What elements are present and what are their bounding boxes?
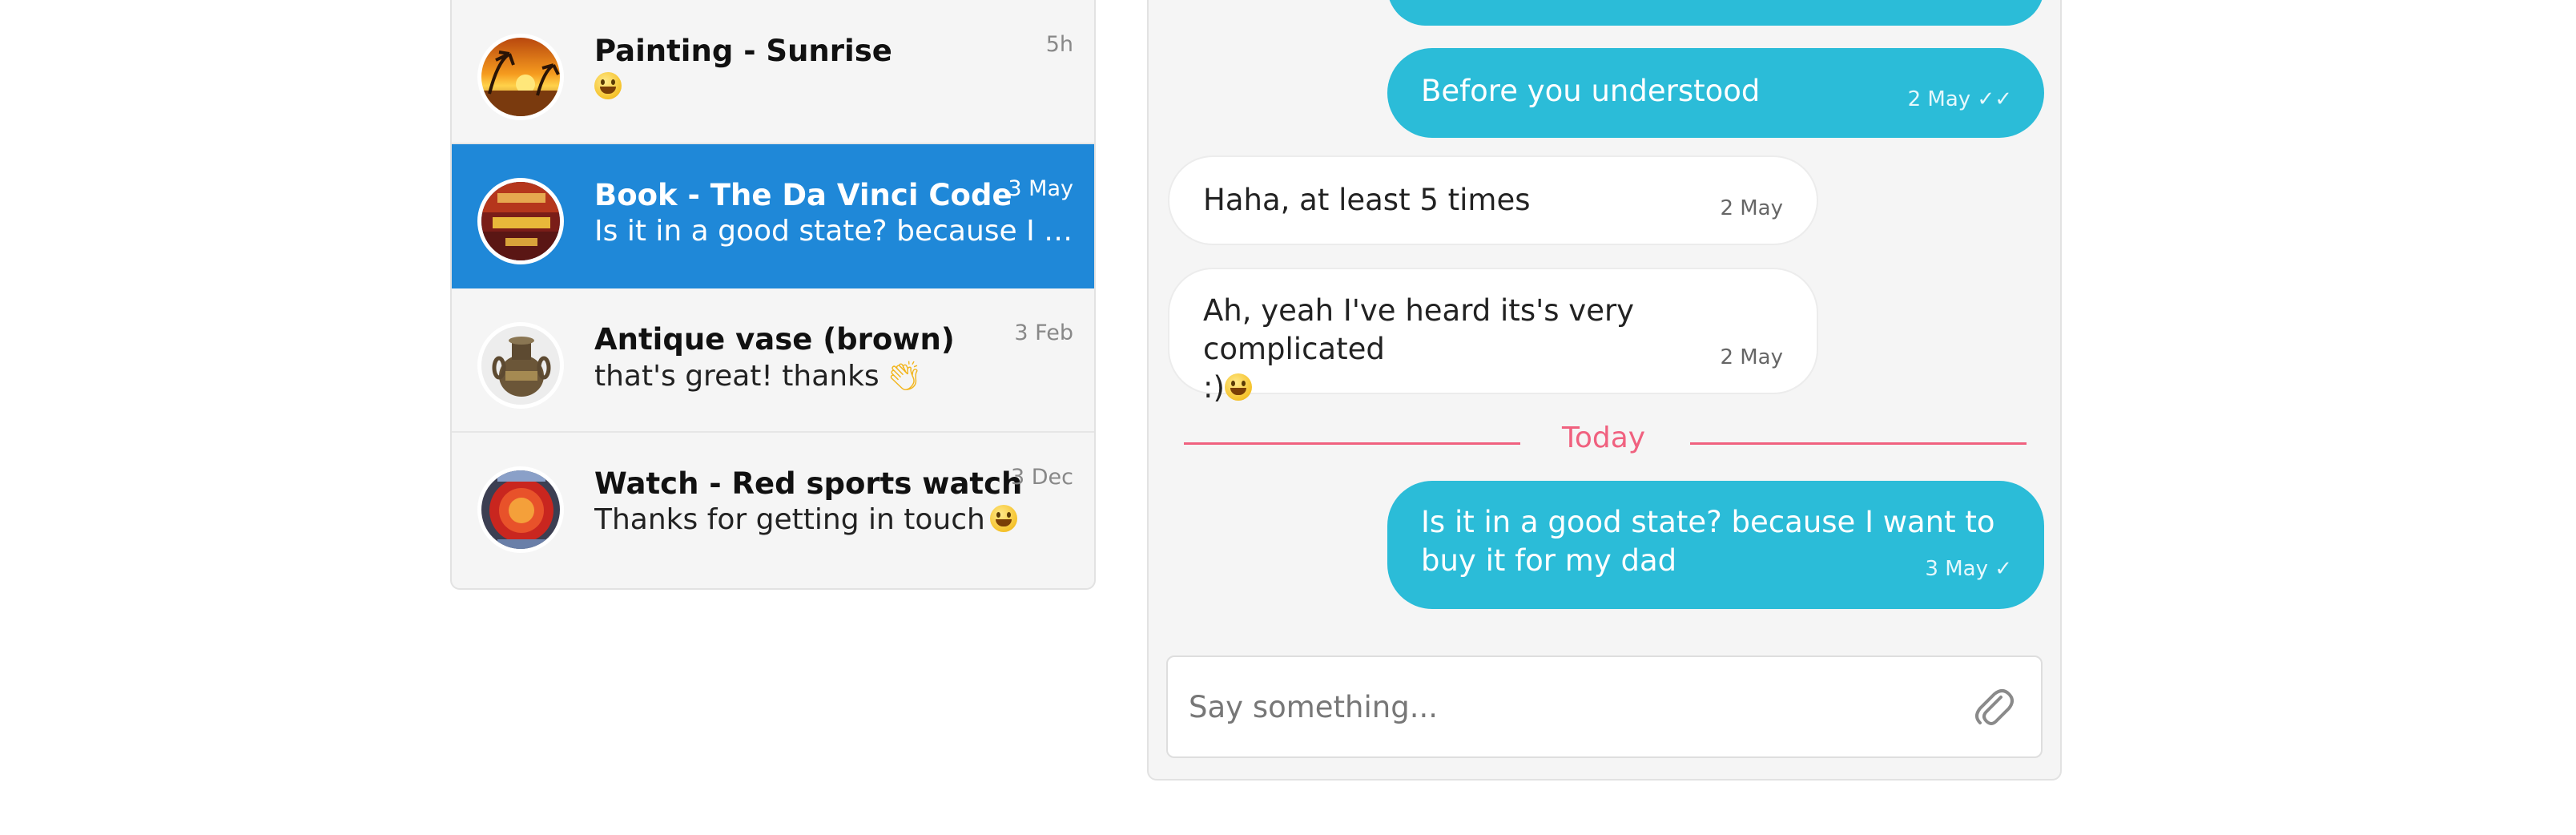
conversation-preview: Is it in a good state? because I w... — [594, 215, 1075, 248]
message-bubble-incoming: Haha, at least 5 times 2 May — [1168, 155, 1818, 245]
message-text: Is it in a good state? because I want to — [1421, 505, 1995, 539]
smile-emoji-icon — [989, 505, 1017, 532]
conversation-time: 3 May — [1008, 176, 1073, 201]
message-text: Haha, at least 5 times — [1203, 183, 1531, 217]
message-meta: 2 May — [1720, 196, 1783, 220]
conversation-preview: that's great! thanks 👏︎ — [594, 360, 923, 393]
conversation-time: 3 Feb — [1014, 321, 1073, 345]
conversation-title: Painting - Sunrise — [594, 34, 892, 68]
conversation-time: 5h — [1045, 32, 1073, 57]
message-input[interactable] — [1187, 680, 1943, 734]
message-bubble-outgoing: Before you understood 2 May ✓✓ — [1387, 48, 2044, 138]
conversation-avatar — [477, 34, 564, 120]
conversation-avatar — [477, 466, 564, 553]
message-meta: 2 May — [1720, 345, 1783, 369]
conversation-avatar — [477, 178, 564, 264]
clapping-hands-icon: 👏︎ — [885, 360, 923, 393]
date-divider-line — [1184, 442, 1520, 445]
smile-emoji-icon — [594, 72, 622, 99]
conversation-avatar — [477, 322, 564, 409]
conversation-list: Painting - Sunrise 5h Book - The Da Vinc… — [450, 0, 1096, 590]
conversation-title: Book - The Da Vinci Code — [594, 178, 1012, 212]
message-meta: 3 May ✓ — [1925, 557, 2012, 581]
conversation-time: 3 Dec — [1010, 465, 1073, 490]
conversation-item[interactable]: Antique vase (brown) that's great! thank… — [452, 288, 1094, 433]
conversation-title: Watch - Red sports watch — [594, 466, 1023, 501]
message-bubble-incoming: Ah, yeah I've heard its's very complicat… — [1168, 268, 1818, 405]
conversation-item-active[interactable]: Book - The Da Vinci Code Is it in a good… — [452, 144, 1094, 288]
message-text: Before you understood — [1421, 74, 1761, 108]
date-divider-label: Today — [1562, 422, 1646, 454]
date-divider-line — [1690, 442, 2027, 445]
chat-panel: Before you understood 2 May ✓✓ Haha, at … — [1147, 0, 2062, 781]
conversation-preview: Thanks for getting in touch — [594, 503, 1075, 536]
conversation-item[interactable]: Painting - Sunrise 5h — [452, 0, 1094, 144]
message-composer — [1166, 655, 2043, 758]
message-bubble-outgoing: Is it in a good state? because I want to… — [1387, 481, 2044, 609]
message-bubble-outgoing — [1387, 0, 2044, 26]
smile-emoji-icon — [1224, 373, 1252, 401]
message-meta: 2 May ✓✓ — [1907, 87, 2012, 111]
conversation-item[interactable]: Watch - Red sports watch Thanks for gett… — [452, 433, 1094, 577]
conversation-preview — [594, 71, 1075, 103]
paperclip-icon[interactable] — [1972, 683, 2014, 731]
conversation-title: Antique vase (brown) — [594, 322, 955, 357]
